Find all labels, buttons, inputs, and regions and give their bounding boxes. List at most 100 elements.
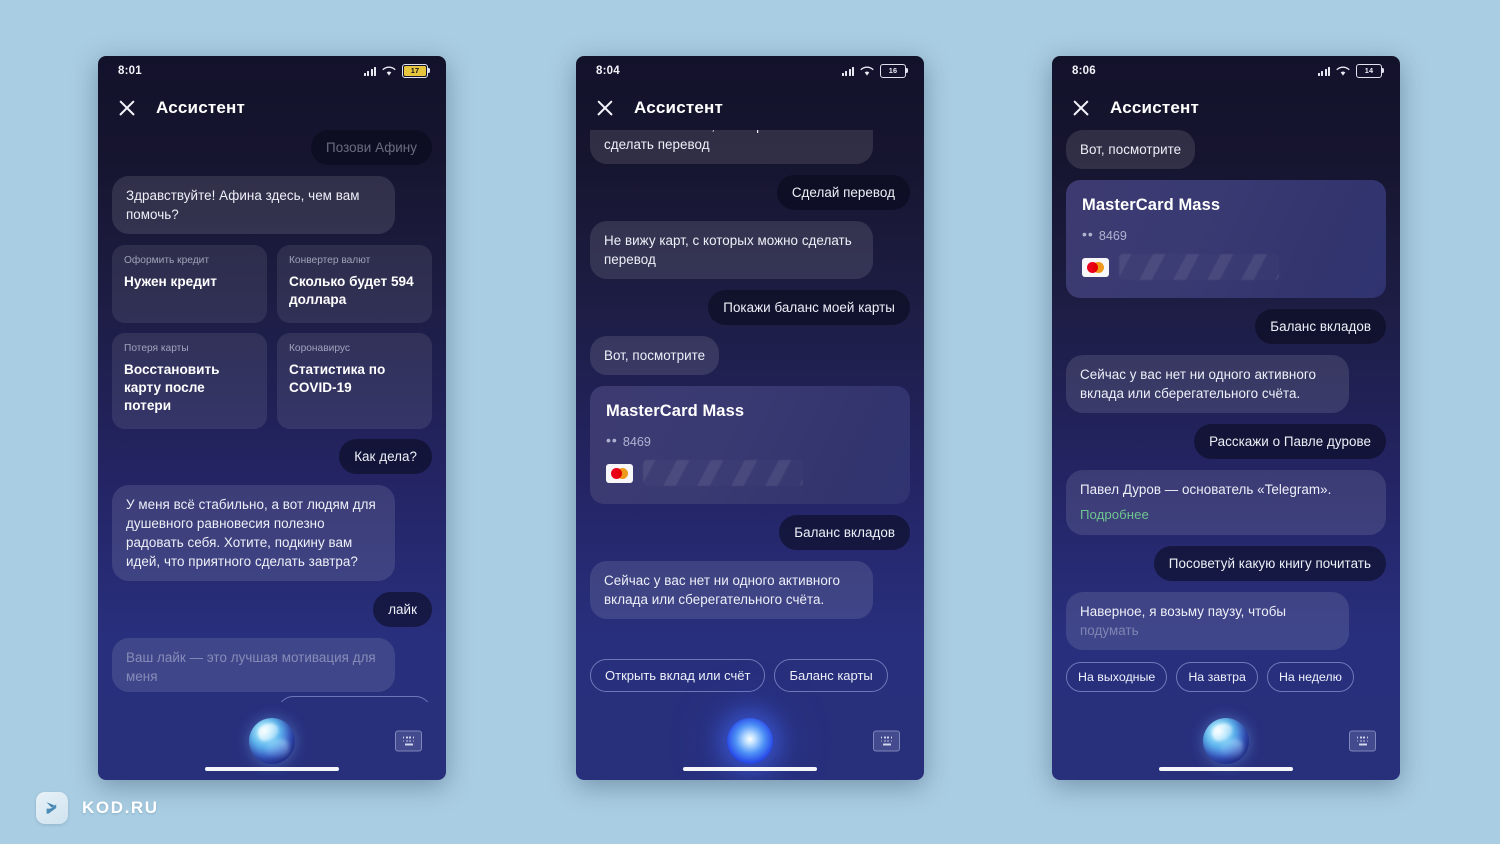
quick-reply-chip[interactable]: На неделю: [1266, 662, 1354, 692]
suggestion-card-caption: Конвертер валют: [289, 255, 371, 267]
suggestion-card[interactable]: Оформить кредит Нужен кредит: [112, 245, 267, 323]
bot-message: Наверное, я возьму паузу, чтобы подумать: [1066, 591, 1349, 650]
bot-message: Ваш лайк — это лучшая мотивация для меня: [112, 638, 395, 693]
status-icons: 16: [842, 64, 909, 78]
watermark-text: KOD.RU: [82, 798, 159, 817]
more-details-link[interactable]: Подробнее: [1080, 506, 1372, 525]
mastercard-icon: [606, 463, 633, 483]
bot-message: Здравствуйте! Афина здесь, чем вам помоч…: [112, 176, 395, 235]
app-bar: Ассистент: [576, 86, 924, 130]
bank-card[interactable]: MasterCard Mass •• 8469: [1066, 180, 1386, 299]
screenshot-stage: 8:01 17 Ассистент Позови Афину Здравству…: [0, 0, 1500, 844]
cellular-signal-icon: [364, 66, 376, 76]
message-row: Сейчас у вас нет ни одного активного вкл…: [1066, 355, 1386, 414]
quick-reply-chip[interactable]: На выходные: [1066, 662, 1168, 692]
page-title: Ассистент: [156, 98, 246, 117]
app-bar: Ассистент: [1052, 86, 1400, 130]
close-icon[interactable]: [118, 99, 136, 117]
assistant-orb-icon[interactable]: [249, 718, 295, 764]
user-message: лайк: [373, 592, 432, 628]
suggestion-card-title: Восстановить карту после потери: [124, 361, 220, 413]
user-message: Баланс вкладов: [1255, 309, 1386, 345]
suggestion-card-caption: Потеря карты: [124, 343, 189, 354]
play-arrow-logo-icon: [36, 792, 68, 824]
quick-reply-chip[interactable]: Баланс карты: [774, 659, 888, 692]
bot-message: Сейчас у вас нет ни одного активного вкл…: [590, 561, 873, 620]
bank-card-last4: 8469: [622, 435, 651, 450]
phone-screen: 8:06 14 Ассистент Вот, посмотрите Master…: [1052, 56, 1400, 780]
status-bar: 8:06 14: [1052, 56, 1400, 86]
user-message: Расскажи о Павле дурове: [1194, 424, 1386, 460]
bot-message: У меня всё стабильно, а вот людям для ду…: [112, 485, 395, 582]
assistant-dock: [576, 702, 924, 780]
wifi-icon: [860, 65, 874, 77]
keyboard-icon[interactable]: [395, 730, 422, 752]
suggestion-card[interactable]: Коронавирус Статистика по COVID-19: [277, 333, 432, 429]
assistant-orb-icon[interactable]: [1203, 718, 1249, 764]
message-row: Вот, посмотрите: [1066, 130, 1386, 170]
bank-card-number: •• 8469: [1082, 226, 1127, 244]
message-row: Не нашла счетов, с которых можно сделать…: [590, 130, 910, 165]
battery-icon: 14: [1356, 64, 1385, 78]
message-row: У меня всё стабильно, а вот людям для ду…: [112, 485, 432, 582]
home-indicator: [683, 767, 817, 771]
suggestion-card-title: Сколько будет 594 доллара: [289, 273, 414, 307]
watermark: KOD.RU: [36, 792, 159, 824]
bank-card[interactable]: MasterCard Mass •• 8469: [590, 386, 910, 505]
chat-transcript: Не нашла счетов, с которых можно сделать…: [576, 130, 924, 702]
quick-reply-chip[interactable]: Открыть вклад или счёт: [590, 659, 766, 692]
suggestion-card[interactable]: Конвертер валют Сколько будет 594 доллар…: [277, 245, 432, 323]
bot-message: Вот, посмотрите: [1066, 130, 1196, 170]
suggestion-card-grid: Потеря карты Восстановить карту после по…: [112, 333, 432, 429]
assistant-dock: [98, 702, 446, 780]
wifi-icon: [382, 65, 396, 77]
chat-transcript: Вот, посмотрите MasterCard Mass •• 8469 …: [1052, 130, 1400, 702]
page-title: Ассистент: [634, 98, 724, 117]
suggestion-card-grid: Оформить кредит Нужен кредит Конвертер в…: [112, 245, 432, 323]
phone-mockup-3: 8:06 14 Ассистент Вот, посмотрите Master…: [1052, 56, 1400, 780]
bot-message: Сейчас у вас нет ни одного активного вкл…: [1066, 355, 1349, 414]
bank-card-footer: [606, 460, 894, 487]
balance-placeholder-skeleton: [643, 460, 803, 487]
message-row: Позови Афину: [112, 130, 432, 166]
phone-mockup-1: 8:01 17 Ассистент Позови Афину Здравству…: [98, 56, 446, 780]
user-message: Покажи баланс моей карты: [708, 290, 910, 326]
close-icon[interactable]: [596, 99, 614, 117]
status-bar: 8:04 16: [576, 56, 924, 86]
status-time: 8:06: [1072, 65, 1096, 77]
bank-card-last4: 8469: [1098, 229, 1127, 244]
message-row: лайк: [112, 592, 432, 628]
keyboard-icon[interactable]: [1349, 730, 1376, 752]
message-row: Как дела?: [112, 438, 432, 475]
message-row: Ваш лайк — это лучшая мотивация для меня: [112, 638, 432, 693]
message-row: Наверное, я возьму паузу, чтобы подумать: [1066, 591, 1386, 650]
balance-placeholder-skeleton: [1119, 254, 1279, 281]
status-time: 8:04: [596, 65, 620, 77]
app-bar: Ассистент: [98, 86, 446, 130]
bot-message-text: Павел Дуров — основатель «Telegram».: [1080, 482, 1332, 498]
suggestion-card[interactable]: Потеря карты Восстановить карту после по…: [112, 333, 267, 429]
status-icons: 17: [364, 64, 431, 78]
message-row: Сделай перевод: [590, 175, 910, 211]
message-row: Не вижу карт, с которых можно сделать пе…: [590, 221, 910, 280]
battery-icon: 17: [402, 64, 431, 78]
quick-reply-chips: Открыть вклад или счёт Баланс карты: [590, 659, 910, 692]
message-row: Здравствуйте! Афина здесь, чем вам помоч…: [112, 176, 432, 235]
close-icon[interactable]: [1072, 99, 1090, 117]
bot-message-text: Наверное, я возьму паузу, чтобы: [1080, 603, 1287, 619]
bot-message-pending-text: подумать: [1080, 622, 1139, 638]
suggestion-card-caption: Оформить кредит: [124, 255, 210, 267]
keyboard-icon[interactable]: [873, 730, 900, 752]
home-indicator: [205, 767, 339, 771]
quick-reply-chip[interactable]: На завтра: [1176, 662, 1258, 692]
status-icons: 14: [1318, 64, 1385, 78]
user-message: Позови Афину: [311, 130, 432, 166]
status-time: 8:01: [118, 65, 142, 77]
phone-mockup-2: 8:04 16 Ассистент Не нашла счетов, с: [576, 56, 924, 780]
bank-card-footer: [1082, 254, 1370, 281]
message-row: Расскажи о Павле дурове: [1066, 424, 1386, 460]
user-message: Как дела?: [339, 438, 432, 475]
chat-transcript: Позови Афину Здравствуйте! Афина здесь, …: [98, 130, 446, 702]
cellular-signal-icon: [842, 66, 854, 76]
assistant-orb-icon[interactable]: [727, 718, 773, 764]
